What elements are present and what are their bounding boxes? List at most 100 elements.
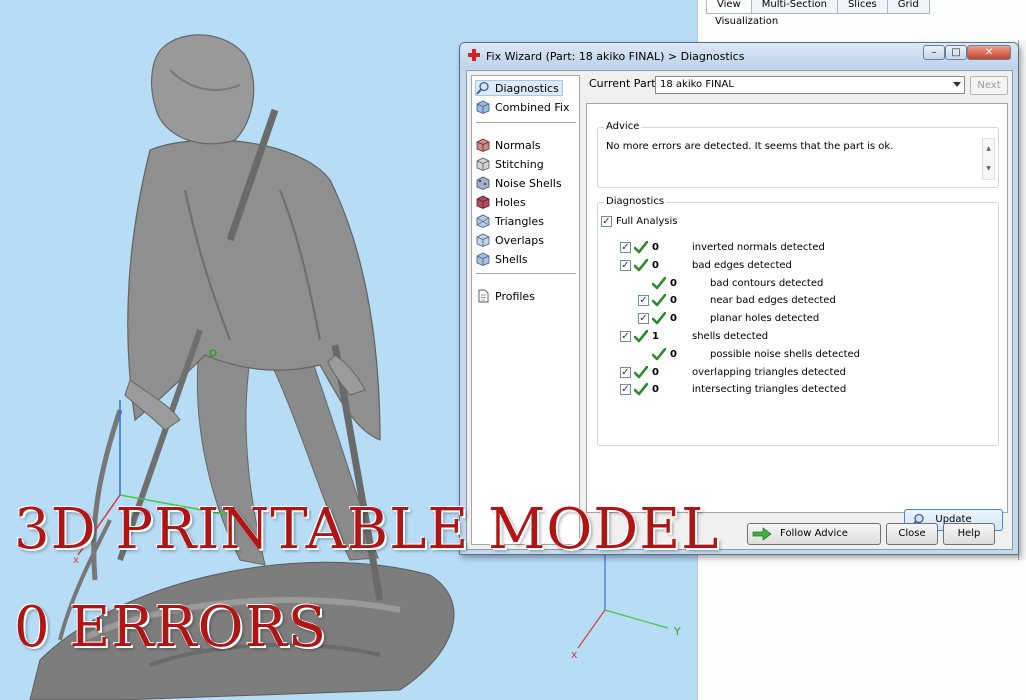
nav-item-noise-shells[interactable]: Noise Shells — [476, 175, 562, 191]
nav-item-triangles[interactable]: Triangles — [476, 213, 544, 229]
diagnostic-checkbox[interactable]: ✓ — [638, 295, 649, 306]
diagnostic-checkbox[interactable]: ✓ — [620, 384, 631, 395]
diagnostic-count: 0 — [670, 313, 677, 324]
tab-view[interactable]: View — [706, 0, 752, 14]
current-part-label: Current Part: — [589, 77, 660, 90]
next-button[interactable]: Next — [970, 76, 1008, 95]
fix-wizard-dialog: Fix Wizard (Part: 18 akiko FINAL) > Diag… — [459, 42, 1019, 555]
follow-advice-button[interactable]: Follow Advice — [747, 523, 881, 545]
current-part-value: 18 akiko FINAL — [660, 79, 734, 90]
wizard-nav: Diagnostics Combined Fix Normals Stitchi… — [471, 75, 580, 545]
green-check-icon — [652, 348, 666, 361]
diagnostic-label: bad contours detected — [710, 278, 824, 289]
diagnostic-label: near bad edges detected — [710, 295, 836, 306]
cube-icon — [476, 195, 490, 209]
green-check-icon — [652, 277, 666, 290]
nav-item-combined-fix[interactable]: Combined Fix — [476, 99, 569, 115]
diagnostic-count: 0 — [652, 367, 659, 378]
nav-label: Normals — [495, 138, 541, 152]
dialog-titlebar[interactable]: Fix Wizard (Part: 18 akiko FINAL) > Diag… — [460, 43, 1018, 69]
cube-icon — [476, 138, 490, 152]
diagnostic-checkbox[interactable]: ✓ — [620, 242, 631, 253]
diagnostic-label: possible noise shells detected — [710, 349, 861, 360]
tab-grid[interactable]: Grid — [886, 0, 930, 14]
diagnostic-count: 0 — [670, 295, 677, 306]
panel-scrollbar[interactable] — [1018, 40, 1026, 560]
diagnostics-title: Diagnostics — [604, 196, 667, 207]
nav-item-shells[interactable]: Shells — [476, 251, 528, 267]
cube-icon — [476, 252, 490, 266]
diagnostic-label: shells detected — [692, 331, 769, 342]
minimize-button[interactable]: – — [923, 45, 945, 60]
cube-icon — [476, 157, 490, 171]
full-analysis-checkbox[interactable]: ✓ — [601, 216, 612, 227]
advice-title: Advice — [604, 121, 642, 132]
diagnostic-label: overlapping triangles detected — [692, 367, 846, 378]
green-check-icon — [634, 383, 648, 396]
diagnostic-count: 0 — [670, 278, 677, 289]
nav-label: Overlaps — [495, 233, 544, 247]
follow-advice-label: Follow Advice — [780, 528, 848, 539]
nav-label: Diagnostics — [495, 81, 559, 95]
diagnostic-label: intersecting triangles detected — [692, 384, 847, 395]
diagnostic-label: inverted normals detected — [692, 242, 825, 253]
nav-item-profiles[interactable]: Profiles — [476, 288, 535, 304]
advice-scrollbar[interactable]: ▲ ▼ — [982, 138, 995, 180]
diagnostic-checkbox[interactable]: ✓ — [620, 367, 631, 378]
nav-item-normals[interactable]: Normals — [476, 137, 541, 153]
red-cross-icon — [468, 49, 480, 61]
dialog-body: Diagnostics Combined Fix Normals Stitchi… — [466, 70, 1013, 550]
nav-label: Stitching — [495, 157, 544, 171]
green-check-icon — [652, 294, 666, 307]
magnifier-icon — [476, 81, 489, 95]
tab-slices[interactable]: Slices — [836, 0, 888, 14]
close-window-button[interactable]: ✕ — [967, 45, 1011, 60]
cube-icon — [476, 214, 490, 228]
nav-label: Shells — [495, 252, 528, 266]
help-button[interactable]: Help — [943, 523, 995, 545]
diagnostics-group: Diagnostics ✓ Full Analysis ✓ 0 inverted n… — [597, 196, 1003, 531]
dialog-title: Fix Wizard (Part: 18 akiko FINAL) > Diag… — [486, 50, 745, 63]
nav-label: Profiles — [495, 289, 535, 303]
green-check-icon — [652, 312, 666, 325]
green-check-icon — [634, 259, 648, 272]
tab-multi-section[interactable]: Multi-Section — [750, 0, 838, 14]
advice-group: Advice No more errors are detected. It s… — [597, 121, 999, 188]
chevron-down-icon — [953, 82, 961, 87]
maximize-button[interactable]: □ — [945, 45, 967, 60]
diagnostic-count: 1 — [652, 331, 659, 342]
current-part-select[interactable]: 18 akiko FINAL — [655, 76, 965, 94]
diagnostic-checkbox[interactable]: ✓ — [620, 260, 631, 271]
cube-icon — [476, 233, 490, 247]
nav-item-overlaps[interactable]: Overlaps — [476, 232, 544, 248]
diagnostic-label: bad edges detected — [692, 260, 792, 271]
nav-item-holes[interactable]: Holes — [476, 194, 526, 210]
diagnostic-count: 0 — [652, 384, 659, 395]
nav-label: Holes — [495, 195, 526, 209]
view-tabs: View Multi-Section Slices Grid — [706, 0, 930, 14]
nav-item-diagnostics[interactable]: Diagnostics — [475, 80, 563, 96]
nav-divider — [476, 273, 576, 274]
svg-text:x: x — [571, 648, 578, 661]
overlay-subheadline: 0 ERRORS — [14, 595, 328, 660]
diagnostics-page: Advice No more errors are detected. It s… — [586, 103, 1008, 531]
nav-item-stitching[interactable]: Stitching — [476, 156, 544, 172]
document-icon — [478, 289, 489, 303]
diagnostic-count: 0 — [652, 260, 659, 271]
diagnostic-label: planar holes detected — [710, 313, 820, 324]
diagnostic-checkbox[interactable]: ✓ — [638, 313, 649, 324]
green-check-icon — [634, 241, 648, 254]
arrow-right-icon — [752, 527, 772, 541]
nav-label: Combined Fix — [495, 100, 570, 114]
cube-icon — [476, 176, 490, 190]
green-check-icon — [634, 330, 648, 343]
advice-text: No more errors are detected. It seems th… — [606, 141, 894, 152]
close-button[interactable]: Close — [886, 523, 938, 545]
diagnostic-count: 0 — [652, 242, 659, 253]
diagnostic-checkbox[interactable]: ✓ — [620, 331, 631, 342]
full-analysis-label: Full Analysis — [616, 216, 678, 227]
diagnostic-count: 0 — [670, 349, 677, 360]
cube-icon — [476, 100, 490, 114]
nav-label: Noise Shells — [495, 176, 562, 190]
green-check-icon — [634, 366, 648, 379]
